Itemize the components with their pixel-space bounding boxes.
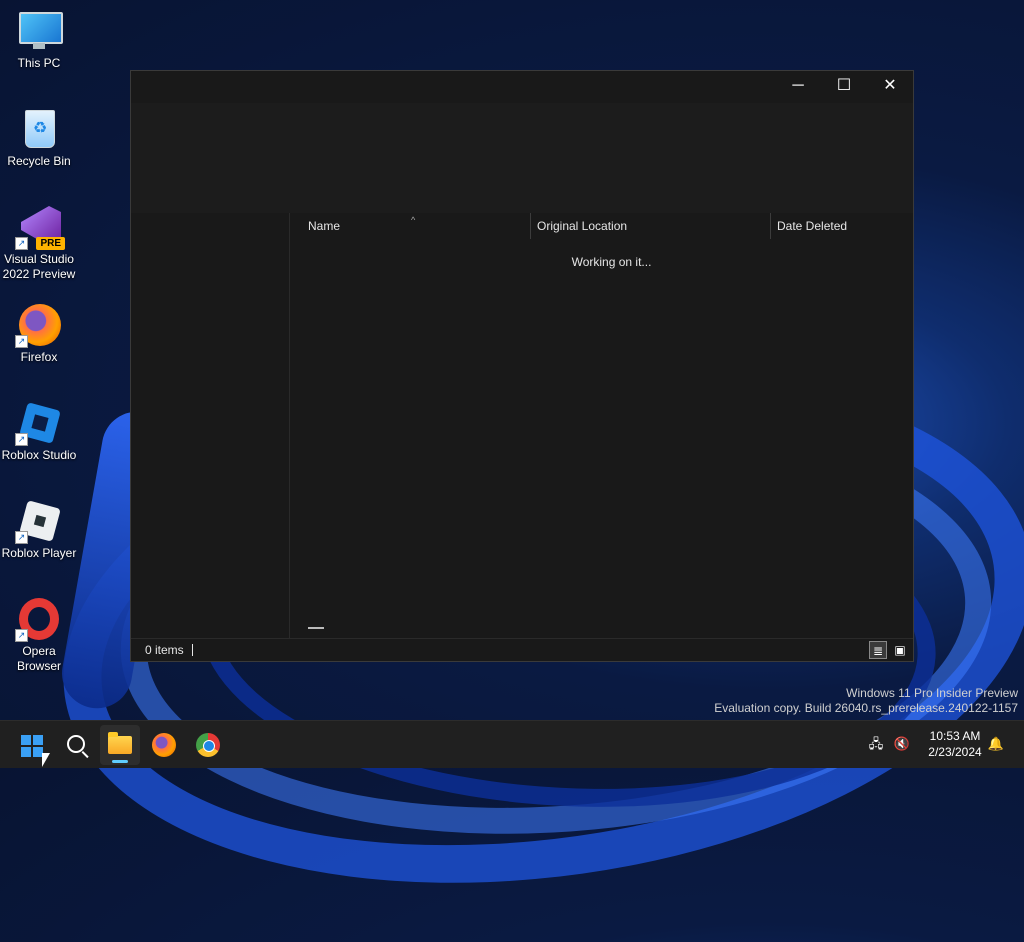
sort-ascending-icon: ^ [411, 215, 416, 225]
network-icon[interactable]: 🖧 [867, 735, 885, 753]
title-bar[interactable]: ─ ☐ ✕ [131, 71, 913, 103]
search-icon [67, 735, 85, 753]
minimize-button[interactable]: ─ [775, 71, 821, 101]
recycle-bin-window: ─ ☐ ✕ Name ^ Original Location Date Dele… [130, 70, 914, 662]
shortcut-arrow-icon: ↗ [15, 629, 28, 642]
desktop-icon-label: Roblox Studio [1, 448, 77, 462]
desktop-icon-label: Opera Browser [16, 644, 61, 673]
horizontal-scrollbar[interactable] [308, 627, 324, 629]
file-explorer-icon [108, 732, 132, 754]
status-separator [192, 644, 193, 656]
notification-bell-icon[interactable]: 🔔 [987, 735, 1005, 753]
desktop-icon-label: Roblox Player [1, 546, 77, 560]
desktop-icon-visual-studio[interactable]: PRE ↗ Visual Studio 2022 Preview [0, 204, 78, 282]
preview-badge: PRE [36, 237, 65, 250]
system-clock[interactable]: 10:53 AM 2/23/2024 [918, 728, 992, 760]
firefox-taskbar-button[interactable] [144, 725, 184, 765]
volume-muted-icon[interactable]: 🔇 [893, 735, 911, 753]
shortcut-arrow-icon: ↗ [15, 531, 28, 544]
firefox-icon [152, 733, 176, 757]
roblox-player-icon: ↗ [15, 498, 61, 544]
desktop-icon-label: This PC [17, 56, 61, 70]
os-watermark: Windows 11 Pro Insider Preview Evaluatio… [714, 686, 1018, 716]
visual-studio-icon: PRE ↗ [15, 204, 65, 250]
taskbar: 🖧 🔇 10:53 AM 2/23/2024 🔔 [0, 720, 1024, 768]
desktop-icon-opera[interactable]: ↗ Opera Browser [0, 596, 78, 674]
roblox-studio-icon: ↗ [15, 400, 61, 446]
clock-date: 2/23/2024 [928, 745, 982, 759]
monitor-icon [17, 8, 63, 52]
shortcut-arrow-icon: ↗ [15, 433, 28, 446]
desktop-icon-label: Firefox [20, 350, 58, 364]
desktop-icon-label: Visual Studio 2022 Preview [2, 252, 76, 281]
navigation-pane[interactable] [131, 213, 290, 639]
desktop-icon-firefox[interactable]: ↗ Firefox [0, 302, 78, 365]
details-view-button[interactable]: ≣ [869, 641, 887, 659]
column-header-date-deleted[interactable]: Date Deleted [770, 213, 920, 239]
file-explorer-button[interactable] [100, 725, 140, 765]
maximize-button[interactable]: ☐ [821, 71, 867, 101]
column-header-row: Name ^ Original Location Date Deleted [290, 213, 913, 239]
watermark-edition: Windows 11 Pro Insider Preview [846, 686, 1018, 700]
close-button[interactable]: ✕ [867, 71, 913, 101]
desktop-icon-this-pc[interactable]: This PC [0, 8, 78, 71]
desktop-icon-recycle-bin[interactable]: ♻ Recycle Bin [0, 106, 78, 169]
firefox-icon: ↗ [15, 302, 61, 348]
column-header-label: Original Location [537, 219, 628, 233]
column-header-label: Date Deleted [777, 219, 848, 233]
large-icons-view-button[interactable]: ▣ [891, 641, 909, 659]
column-header-name[interactable]: Name ^ [290, 213, 530, 239]
status-bar: 0 items ≣ ▣ [131, 638, 913, 661]
desktop-icon-roblox-player[interactable]: ↗ Roblox Player [0, 498, 78, 561]
file-list[interactable]: Name ^ Original Location Date Deleted Wo… [290, 213, 913, 639]
watermark-build: Evaluation copy. Build 26040.rs_prerelea… [714, 701, 1018, 715]
item-count: 0 items [145, 643, 184, 657]
search-button[interactable] [56, 725, 96, 765]
loading-message: Working on it... [571, 255, 652, 269]
recycle-bin-icon: ♻ [17, 106, 61, 150]
running-indicator [112, 760, 128, 763]
ribbon-area [131, 103, 913, 213]
shortcut-arrow-icon: ↗ [15, 335, 28, 348]
mouse-cursor [42, 753, 50, 767]
desktop-icon-label: Recycle Bin [7, 154, 71, 168]
column-header-label: Name [308, 219, 341, 233]
windows-start-icon [21, 735, 43, 757]
shortcut-arrow-icon: ↗ [15, 237, 28, 250]
opera-icon: ↗ [15, 596, 61, 642]
column-header-original-location[interactable]: Original Location [530, 213, 770, 239]
chrome-icon [196, 733, 220, 757]
chrome-taskbar-button[interactable] [188, 725, 228, 765]
clock-time: 10:53 AM [929, 729, 981, 743]
desktop-icon-roblox-studio[interactable]: ↗ Roblox Studio [0, 400, 78, 463]
